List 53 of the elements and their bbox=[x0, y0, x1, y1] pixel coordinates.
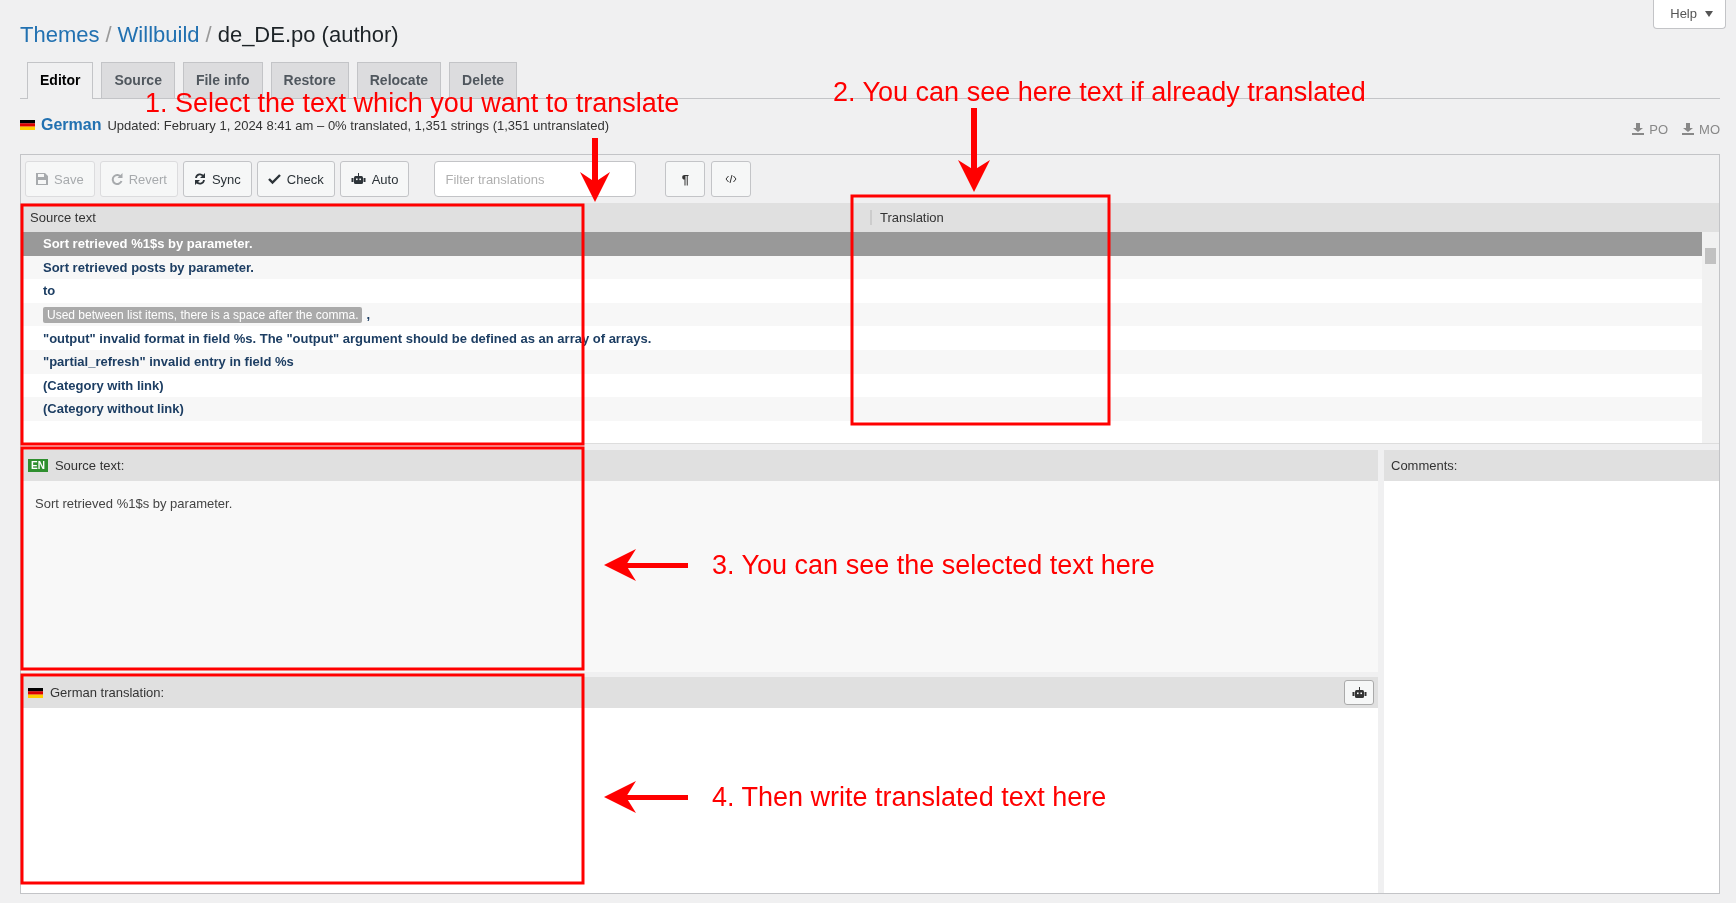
source-string: (Category with link) bbox=[43, 377, 164, 393]
toolbar-button[interactable]: Auto bbox=[339, 161, 410, 197]
string-row[interactable]: (Category without link) bbox=[21, 397, 1702, 421]
source-string: , bbox=[366, 307, 371, 323]
code-view-toggle[interactable] bbox=[711, 161, 752, 197]
undo-icon bbox=[110, 173, 123, 185]
checkmark-icon bbox=[267, 173, 281, 185]
toolbar-button[interactable]: Sync bbox=[182, 161, 252, 197]
toolbar-button[interactable]: Check bbox=[256, 161, 335, 197]
caret-icon bbox=[1705, 10, 1713, 17]
context-tag: Used between list items, there is a space after the comma. bbox=[43, 306, 363, 323]
refresh-icon bbox=[193, 173, 206, 185]
tab[interactable]: Delete bbox=[449, 62, 518, 98]
string-row[interactable]: Used between list items, there is a space after the comma. , bbox=[21, 302, 1702, 327]
invisibles-toggle[interactable]: ¶ bbox=[665, 161, 706, 197]
source-string: Sort retrieved %1$s by parameter. bbox=[43, 236, 253, 252]
annotation-text: 3. You can see the selected text here bbox=[712, 552, 1155, 579]
source-string: Sort retrieved posts by parameter. bbox=[43, 259, 254, 275]
annotation-text: 4. Then write translated text here bbox=[712, 784, 1107, 811]
source-string: to bbox=[43, 283, 56, 299]
down-arrow bbox=[580, 138, 610, 202]
help-button[interactable]: Help bbox=[1653, 0, 1726, 29]
column-header: Source text bbox=[29, 210, 97, 225]
filter-field[interactable]: Filter translations bbox=[434, 161, 637, 197]
floppy-icon bbox=[36, 173, 48, 185]
panel-label: German translation: bbox=[50, 685, 165, 700]
panel-label: Comments: bbox=[1391, 458, 1458, 473]
code-icon bbox=[725, 174, 738, 184]
source-text: Sort retrieved %1$s by parameter. bbox=[35, 496, 233, 511]
source-string: "partial_refresh" invalid entry in field %s bbox=[43, 354, 294, 370]
breadcrumb-separator: / bbox=[105, 22, 112, 48]
column-header: Translation bbox=[870, 210, 944, 225]
tab[interactable]: Editor bbox=[27, 62, 94, 99]
robot-icon bbox=[1351, 686, 1367, 699]
page-title: de_DE.po (author) bbox=[217, 22, 399, 48]
annotation-text: 2. You can see here text if already translated bbox=[833, 79, 1366, 106]
scrollbar[interactable] bbox=[1702, 232, 1719, 443]
language-link[interactable]: German bbox=[41, 116, 102, 134]
string-row[interactable]: Sort retrieved posts by parameter. bbox=[21, 255, 1702, 280]
download-icon bbox=[1682, 123, 1695, 135]
source-string: (Category without link) bbox=[43, 401, 184, 417]
panel-label: Source text: bbox=[54, 458, 125, 473]
string-row[interactable]: "partial_refresh" invalid entry in field %s bbox=[21, 349, 1702, 374]
breadcrumb-separator: / bbox=[205, 22, 212, 48]
breadcrumb-link[interactable]: Willbuild bbox=[117, 22, 200, 48]
download-icon bbox=[1632, 123, 1645, 135]
file-status: Updated: February 1, 2024 8:41 am – 0% translated, 1,351 strings (1,351 untranslated) bbox=[107, 117, 609, 133]
breadcrumb-link[interactable]: Themes bbox=[20, 22, 100, 48]
auto-translate-button[interactable] bbox=[1344, 680, 1374, 705]
robot-icon bbox=[350, 173, 366, 185]
language-badge: EN bbox=[28, 459, 48, 472]
flag-icon bbox=[20, 120, 35, 130]
flag-icon bbox=[28, 687, 43, 698]
